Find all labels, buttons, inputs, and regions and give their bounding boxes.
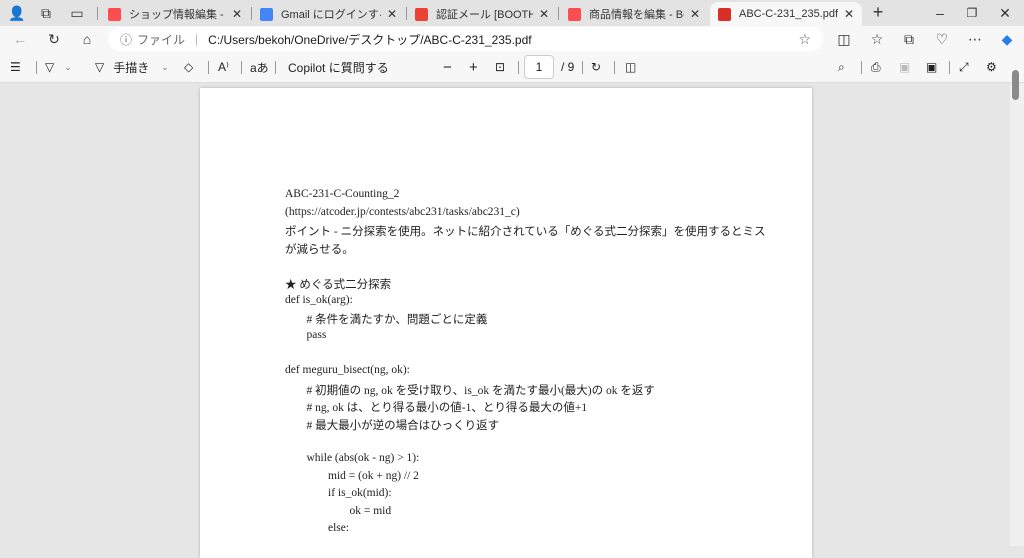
document-line: mid = (ok + ng) // 2 [328,469,419,482]
document-line: # 最大最小が逆の場合はひっくり返す [306,419,500,432]
page-total: / 9 [561,60,575,74]
new-tab-button[interactable]: + [867,1,889,23]
highlighter-icon: ▽ [45,60,55,74]
close-tab-icon[interactable]: ✕ [387,7,397,21]
address-input[interactable]: ⓘ ファイル | C:/Users/bekoh/OneDrive/デスクトップ/… [108,27,823,51]
fullscreen-icon[interactable]: ⤢ [959,56,969,78]
document-line: def is_ok(arg): [285,293,353,306]
pen-icon: ▽ [95,60,105,74]
refresh-button[interactable]: ↻ [43,28,65,50]
save-as-icon[interactable]: ▣ [926,56,937,78]
settings-gear-icon[interactable]: ⚙ [986,56,997,78]
favorites-icon[interactable]: ☆ [866,28,888,50]
back-button[interactable]: ← [9,28,31,50]
document-line: if is_ok(mid): [328,487,392,500]
tab-label: Gmail にログインする - パソコ [281,9,381,21]
tab-4[interactable]: 商品情報を編集 - BOOTH ✕ [560,2,708,26]
close-tab-icon[interactable]: ✕ [232,7,242,21]
document-line: ポイント - ニ分探索を使用。ネットに紹介されている「めぐる式二分探索」を使用す… [285,226,766,239]
document-line: def meguru_bisect(ng, ok): [285,364,410,376]
document-line: # 初期値の ng, ok を受け取り、is_ok を満たす最小(最大)の ok… [306,384,655,397]
tab-5[interactable]: ABC-C-231_235.pdf ✕ [710,2,862,26]
document-line: # 条件を満たすか、問題ごとに定義 [306,314,488,327]
scrollbar[interactable] [1010,83,1024,546]
pdf-toolbar: ☰ ▽ ⌄ ▽ 手描き ⌄ ◇ A⁾ aあ Copilot に質問する − + ⊡ 1… [0,52,1024,83]
document-line: # ng, ok は、とり得る最小の値-1、とり得る最大の値+1 [306,402,588,415]
highlight-button[interactable]: ▽ ⌄ [45,56,72,78]
browser-essentials-icon[interactable]: ♡ [931,28,953,50]
rotate-icon[interactable]: ↻ [591,56,601,78]
read-aloud-button[interactable]: A⁾ [218,56,229,78]
tab-1[interactable]: ショップ情報編集 - BOOTH ✕ [100,2,250,26]
copilot-ask-button[interactable]: Copilot に質問する [288,56,389,78]
document-line: pass [306,328,327,341]
workspaces-icon[interactable]: ⧉ [35,2,57,24]
chevron-down-icon[interactable]: ⌄ [161,62,169,73]
tab-bar: 👤 ⧉ ▭ ショップ情報編集 - BOOTH✕Gmail にログインする - パ… [0,0,1024,26]
more-menu-icon[interactable]: ⋯ [964,28,986,50]
favorite-star-icon[interactable]: ☆ [798,31,811,48]
minimize-button[interactable]: – [929,2,951,24]
address-bar-row: ← ↻ ⌂ ⓘ ファイル | C:/Users/bekoh/OneDrive/デ… [0,26,1024,52]
draw-button[interactable]: ▽ 手描き ⌄ [95,56,169,78]
tab-2[interactable]: Gmail にログインする - パソコ ✕ [252,2,405,26]
copilot-icon[interactable]: ◆ [996,28,1018,50]
page-number-input[interactable]: 1 [524,55,554,79]
translate-button[interactable]: aあ [250,56,269,78]
eraser-icon[interactable]: ◇ [184,56,193,78]
document-line: ABC-231-C-Counting_2 [285,188,400,200]
document-line: ok = mid [349,504,392,517]
gmail-icon [415,7,428,21]
document-line: ★ めぐる式二分探索 [285,279,392,291]
zoom-in-button[interactable]: + [469,56,478,78]
fit-width-icon[interactable]: ⊡ [495,56,505,78]
tab-label: ショップ情報編集 - BOOTH [129,9,226,21]
google-icon [260,7,273,21]
contents-icon[interactable]: ☰ [10,56,21,78]
info-icon[interactable]: ⓘ [120,31,132,48]
collections-icon[interactable]: ⧉ [898,28,920,50]
search-icon[interactable]: ⌕ [838,56,845,78]
booth-icon [568,7,581,21]
close-tab-icon[interactable]: ✕ [690,7,700,21]
draw-label: 手描き [113,60,150,75]
pdf-icon [718,7,731,21]
restore-button[interactable]: ❐ [961,2,983,24]
profile-avatar-icon[interactable]: 👤 [6,2,28,24]
document-line: while (abs(ok - ng) > 1): [306,452,420,464]
close-tab-icon[interactable]: ✕ [539,7,549,21]
chevron-down-icon[interactable]: ⌄ [64,62,72,73]
scheme-label: ファイル [137,32,186,47]
print-icon[interactable]: ⎙ [871,56,881,78]
tab-actions-icon[interactable]: ▭ [66,2,88,24]
tab-label: 認証メール [BOOTH] - koab [436,9,533,21]
close-window-button[interactable]: ✕ [994,2,1016,24]
tab-3[interactable]: 認証メール [BOOTH] - koab ✕ [407,2,557,26]
page-view-icon[interactable]: ◫ [625,56,636,78]
document-line: (https://atcoder.jp/contests/abc231/task… [285,205,520,218]
tab-label: 商品情報を編集 - BOOTH [589,9,684,21]
document-line: が減らせる。 [285,243,354,256]
url-text: C:/Users/bekoh/OneDrive/デスクトップ/ABC-C-231… [208,32,532,47]
home-button[interactable]: ⌂ [76,28,98,50]
document-line: else: [328,522,350,535]
close-tab-icon[interactable]: ✕ [844,7,854,21]
save-icon: ▣ [899,60,911,74]
split-screen-icon[interactable]: ◫ [833,28,855,50]
booth-icon [108,7,121,21]
zoom-out-button[interactable]: − [443,56,452,78]
pdf-page: ABC-231-C-Counting_2 (https://atcoder.jp/… [200,88,812,558]
tab-label: ABC-C-231_235.pdf [739,8,838,20]
scrollbar-thumb[interactable] [1012,70,1019,100]
